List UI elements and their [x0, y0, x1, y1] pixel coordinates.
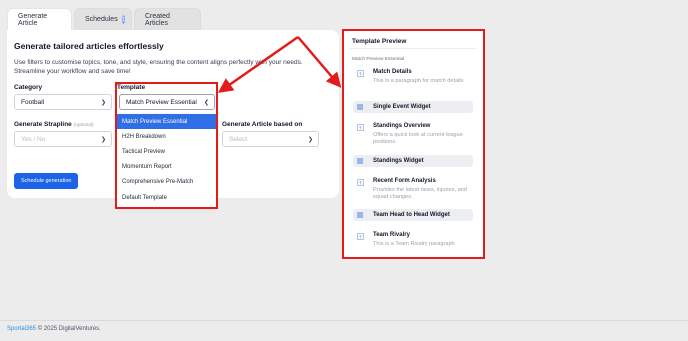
tab-label: Created Articles: [145, 12, 170, 27]
tab-schedules[interactable]: Schedules 1: [74, 8, 132, 30]
tab-bar: Generate Article Schedules 1 Created Art…: [7, 8, 201, 30]
page-description: Use filters to customise topics, tone, a…: [14, 59, 303, 75]
strapline-select[interactable]: Yes / No ❯: [14, 131, 112, 147]
footer: Sportal365 © 2025 DigitalVentures.: [7, 326, 101, 332]
annotation-box-template: [115, 82, 218, 209]
annotation-box-preview: [342, 29, 485, 259]
footer-copyright: © 2025 DigitalVentures.: [37, 326, 101, 332]
category-select[interactable]: Football ❯: [14, 94, 112, 110]
based-on-select[interactable]: Select ❯: [222, 131, 319, 147]
category-label: Category: [14, 84, 43, 91]
chevron-down-icon: ❯: [100, 137, 106, 143]
schedule-generation-button[interactable]: Schedule generation: [14, 173, 79, 189]
chevron-down-icon: ❯: [100, 100, 106, 106]
category-value: Football: [21, 98, 45, 106]
tab-label: Generate Article: [18, 12, 48, 27]
page-title: Generate tailored articles effortlessly: [14, 41, 164, 51]
tab-label: Schedules: [85, 16, 118, 23]
strapline-placeholder: Yes / No: [21, 135, 46, 143]
tab-generate-article[interactable]: Generate Article: [7, 8, 72, 30]
tab-created-articles[interactable]: Created Articles: [134, 8, 201, 30]
footer-brand-link[interactable]: Sportal365: [7, 326, 36, 332]
based-on-label: Generate Article based on: [222, 121, 303, 128]
strapline-label: Generate Strapline (optional): [14, 121, 94, 128]
chevron-down-icon: ❯: [307, 137, 313, 143]
footer-divider: [0, 320, 688, 321]
based-on-placeholder: Select: [229, 135, 248, 143]
schedules-count-badge: 1: [121, 15, 125, 24]
strapline-label-text: Generate Strapline: [14, 121, 72, 128]
optional-tag: (optional): [73, 123, 94, 128]
